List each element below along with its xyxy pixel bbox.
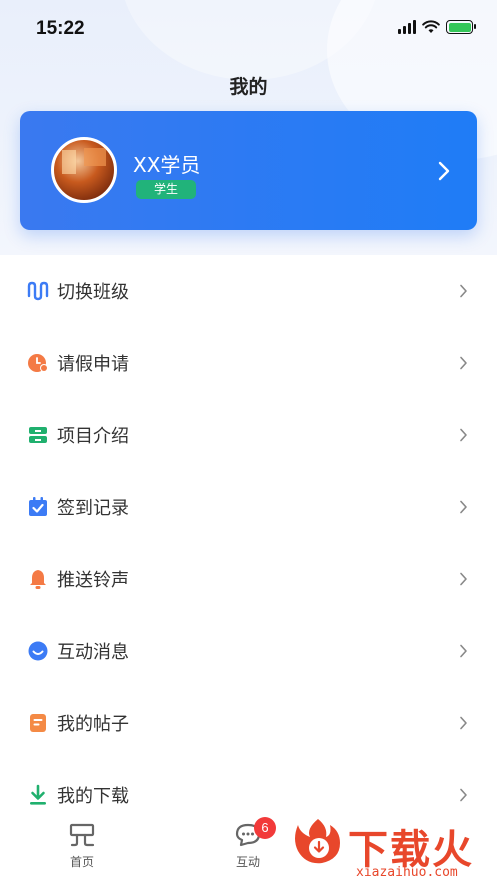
menu-item-label: 请假申请 xyxy=(57,354,129,375)
watermark-domain: xiazaihuo.com xyxy=(356,865,458,880)
chevron-right-icon xyxy=(460,284,467,298)
user-name: XX学员 xyxy=(133,153,201,177)
page-title: 我的 xyxy=(229,76,268,98)
signal-icon xyxy=(398,20,416,34)
wifi-icon xyxy=(422,20,440,33)
status-icons xyxy=(398,20,476,34)
menu-item-push-ringtone[interactable]: 推送铃声 xyxy=(0,543,497,615)
chevron-right-icon xyxy=(460,716,467,730)
role-badge: 学生 xyxy=(136,180,197,199)
menu-item-switch-class[interactable]: 切换班级 xyxy=(0,255,497,327)
switch-class-icon xyxy=(27,280,49,302)
smile-icon xyxy=(27,640,49,662)
chevron-right-icon xyxy=(460,428,467,442)
menu-item-label: 项目介绍 xyxy=(57,426,129,447)
document-icon xyxy=(27,712,49,734)
avatar xyxy=(51,137,117,203)
tab-interact-label: 互动 xyxy=(235,855,260,869)
battery-icon xyxy=(446,20,476,34)
cabinet-icon xyxy=(27,424,49,446)
clock-icon xyxy=(27,352,49,374)
chevron-right-icon xyxy=(460,356,467,370)
chevron-right-icon xyxy=(460,644,467,658)
menu-item-label: 切换班级 xyxy=(57,282,129,303)
status-bar: 15:22 xyxy=(0,0,497,60)
download-icon xyxy=(27,784,49,806)
menu-item-label: 推送铃声 xyxy=(57,570,129,591)
tab-interact[interactable]: 6 互动 xyxy=(208,817,288,870)
home-icon xyxy=(69,823,95,847)
menu-item-checkin-record[interactable]: 签到记录 xyxy=(0,471,497,543)
menu-item-label: 签到记录 xyxy=(57,498,129,519)
tab-home-label: 首页 xyxy=(69,855,94,869)
chevron-right-icon xyxy=(460,788,467,802)
flame-logo-icon xyxy=(295,819,340,864)
menu-item-interactive-messages[interactable]: 互动消息 xyxy=(0,615,497,687)
chevron-right-icon xyxy=(460,500,467,514)
bell-icon xyxy=(27,568,49,590)
tab-home[interactable]: 首页 xyxy=(42,823,122,870)
menu-item-project-intro[interactable]: 项目介绍 xyxy=(0,399,497,471)
menu-list: 切换班级 请假申请 项目介绍 签到记录 推送铃声 互动消息 我的帖子 我的下载 xyxy=(0,255,497,831)
profile-card[interactable]: XX学员 学生 xyxy=(20,111,477,230)
menu-item-label: 互动消息 xyxy=(57,642,129,663)
status-time: 15:22 xyxy=(36,18,85,39)
calendar-check-icon xyxy=(27,496,49,518)
menu-item-leave-request[interactable]: 请假申请 xyxy=(0,327,497,399)
chevron-right-icon xyxy=(460,572,467,586)
unread-badge: 6 xyxy=(254,817,276,839)
chevron-right-icon xyxy=(438,161,450,181)
menu-item-label: 我的帖子 xyxy=(57,714,129,735)
watermark: 下载火 xiazaihuo.com xyxy=(292,815,492,881)
menu-item-my-posts[interactable]: 我的帖子 xyxy=(0,687,497,759)
menu-item-label: 我的下载 xyxy=(57,786,129,807)
